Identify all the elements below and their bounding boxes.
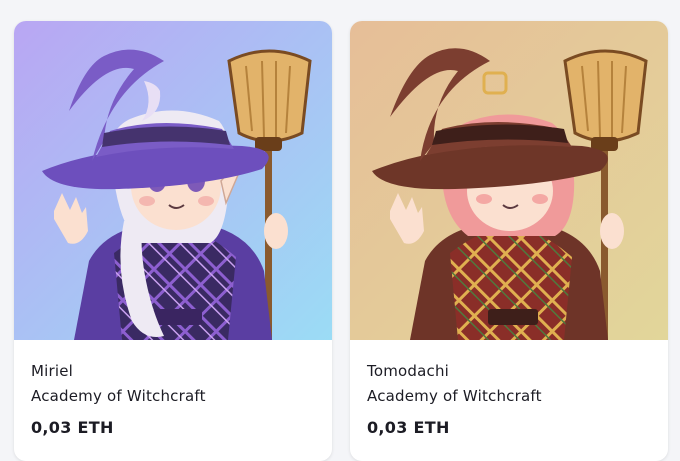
card-info: Miriel Academy of Witchcraft 0,03 ETH	[31, 361, 321, 437]
nft-card[interactable]: Miriel Academy of Witchcraft 0,03 ETH	[14, 21, 332, 461]
collection-name: Academy of Witchcraft	[367, 387, 542, 405]
nft-grid: Miriel Academy of Witchcraft 0,03 ETH To…	[0, 0, 680, 461]
nft-name: Tomodachi	[367, 362, 450, 380]
red-witch-illustration[interactable]	[350, 21, 668, 340]
nft-price: 0,03 ETH	[367, 418, 450, 437]
card-info: Tomodachi Academy of Witchcraft 0,03 ETH	[367, 361, 657, 437]
nft-name: Miriel	[31, 362, 74, 380]
nft-card[interactable]: Tomodachi Academy of Witchcraft 0,03 ETH	[350, 21, 668, 461]
collection-name: Academy of Witchcraft	[31, 387, 206, 405]
purple-witch-illustration[interactable]	[14, 21, 332, 340]
nft-price: 0,03 ETH	[31, 418, 114, 437]
